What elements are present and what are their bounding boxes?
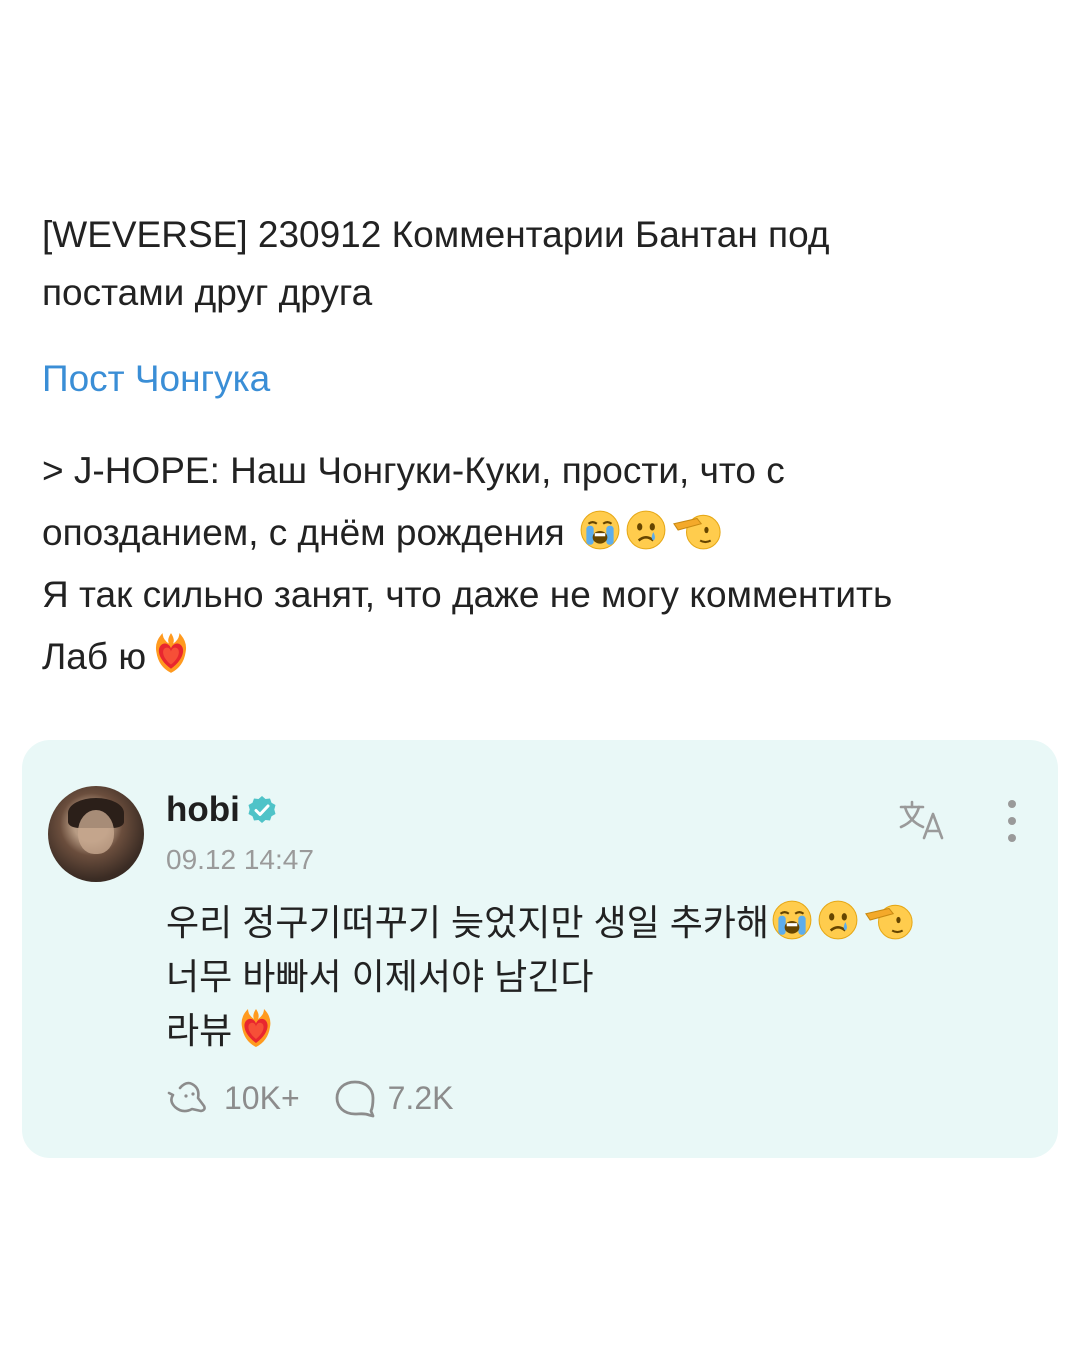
like-count: 10K+ [224,1079,300,1116]
comment-text: 우리 정구기떠꾸기 늦었지만 생일 추카해 너무 바빠서 이제서야 남긴다 라뷰 [166,896,915,1058]
quote-line-4-row: Лаб ю [42,626,1052,688]
saluting-face-icon [863,899,915,941]
like-button[interactable]: 10K+ [166,1078,300,1118]
post-content: [WEVERSE] 230912 Комментарии Бантан под … [42,206,1052,688]
heart-on-fire-icon [234,1005,278,1049]
reply-count: 7.2K [387,1079,454,1116]
reply-button[interactable]: 7.2K [334,1078,454,1118]
reply-icon [335,1080,375,1118]
like-icon [167,1081,206,1113]
crying-face-icon [817,899,859,941]
avatar-face [78,810,114,854]
heart-on-fire-icon [148,629,194,675]
quote-line-2: опозданием, с днём рождения [42,512,565,553]
post-title: [WEVERSE] 230912 Комментарии Бантан под … [42,206,1052,322]
jungkook-post-link[interactable]: Пост Чонгука [42,354,270,404]
comment-line-3-row: 라뷰 [166,1004,915,1058]
comment-line-3: 라뷰 [166,1010,233,1051]
quote-line-4: Лаб ю [42,636,147,677]
username[interactable]: hobi [166,790,240,830]
saluting-face-icon [671,509,723,551]
quote-line-3: Я так сильно занят, что даже не могу ком… [42,574,893,615]
comment-line-1: 우리 정구기떠꾸기 늦었지만 생일 추카해 [166,902,770,943]
loudly-crying-face-icon [579,509,621,551]
avatar[interactable] [48,786,144,882]
post-title-line-2: постами друг друга [42,272,373,313]
comment-actions: 10K+ 7.2K [166,1078,487,1118]
post-title-line-1: [WEVERSE] 230912 Комментарии Бантан под [42,214,830,255]
translate-icon[interactable] [898,798,950,842]
weverse-comment-card: hobi 09.12 14:47 우리 정구기떠꾸기 늦었지만 생일 추카해 너… [22,740,1058,1158]
author-row: hobi [166,790,278,830]
quote-line-1: > J-HOPE: Наш Чонгуки-Куки, прости, что … [42,450,785,491]
comment-line-1-row: 우리 정구기떠꾸기 늦었지만 생일 추카해 [166,896,915,950]
more-options-icon[interactable] [1002,798,1022,844]
loudly-crying-face-icon [771,899,813,941]
comment-line-2: 너무 바빠서 이제서야 남긴다 [166,956,594,997]
quoted-comment-translation: > J-HOPE: Наш Чонгуки-Куки, прости, что … [42,440,1052,688]
comment-timestamp: 09.12 14:47 [166,844,314,875]
verified-badge-icon [248,796,276,823]
quote-line-2-row: опозданием, с днём рождения [42,502,1052,564]
crying-face-icon [625,509,667,551]
